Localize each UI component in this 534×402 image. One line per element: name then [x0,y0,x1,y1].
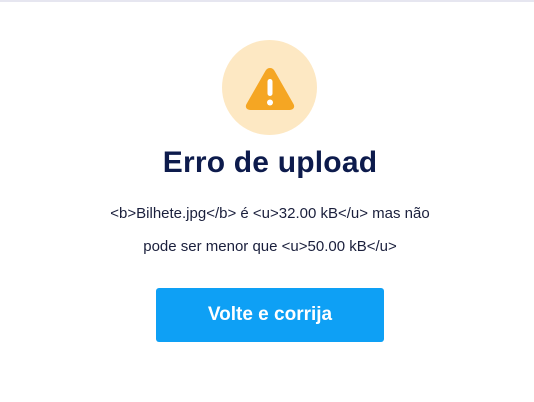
error-message-line-1: <b>Bilhete.jpg</b> é <u>32.00 kB</u> mas… [110,205,430,222]
warning-icon-badge [222,40,317,135]
upload-error-dialog: Erro de upload <b>Bilhete.jpg</b> é <u>3… [0,0,534,402]
warning-icon [245,67,294,110]
error-message-line-2: pode ser menor que <u>50.00 kB</u> [143,238,397,255]
dialog-title: Erro de upload [162,146,378,179]
go-back-and-fix-button[interactable]: Volte e corrija [156,288,384,342]
